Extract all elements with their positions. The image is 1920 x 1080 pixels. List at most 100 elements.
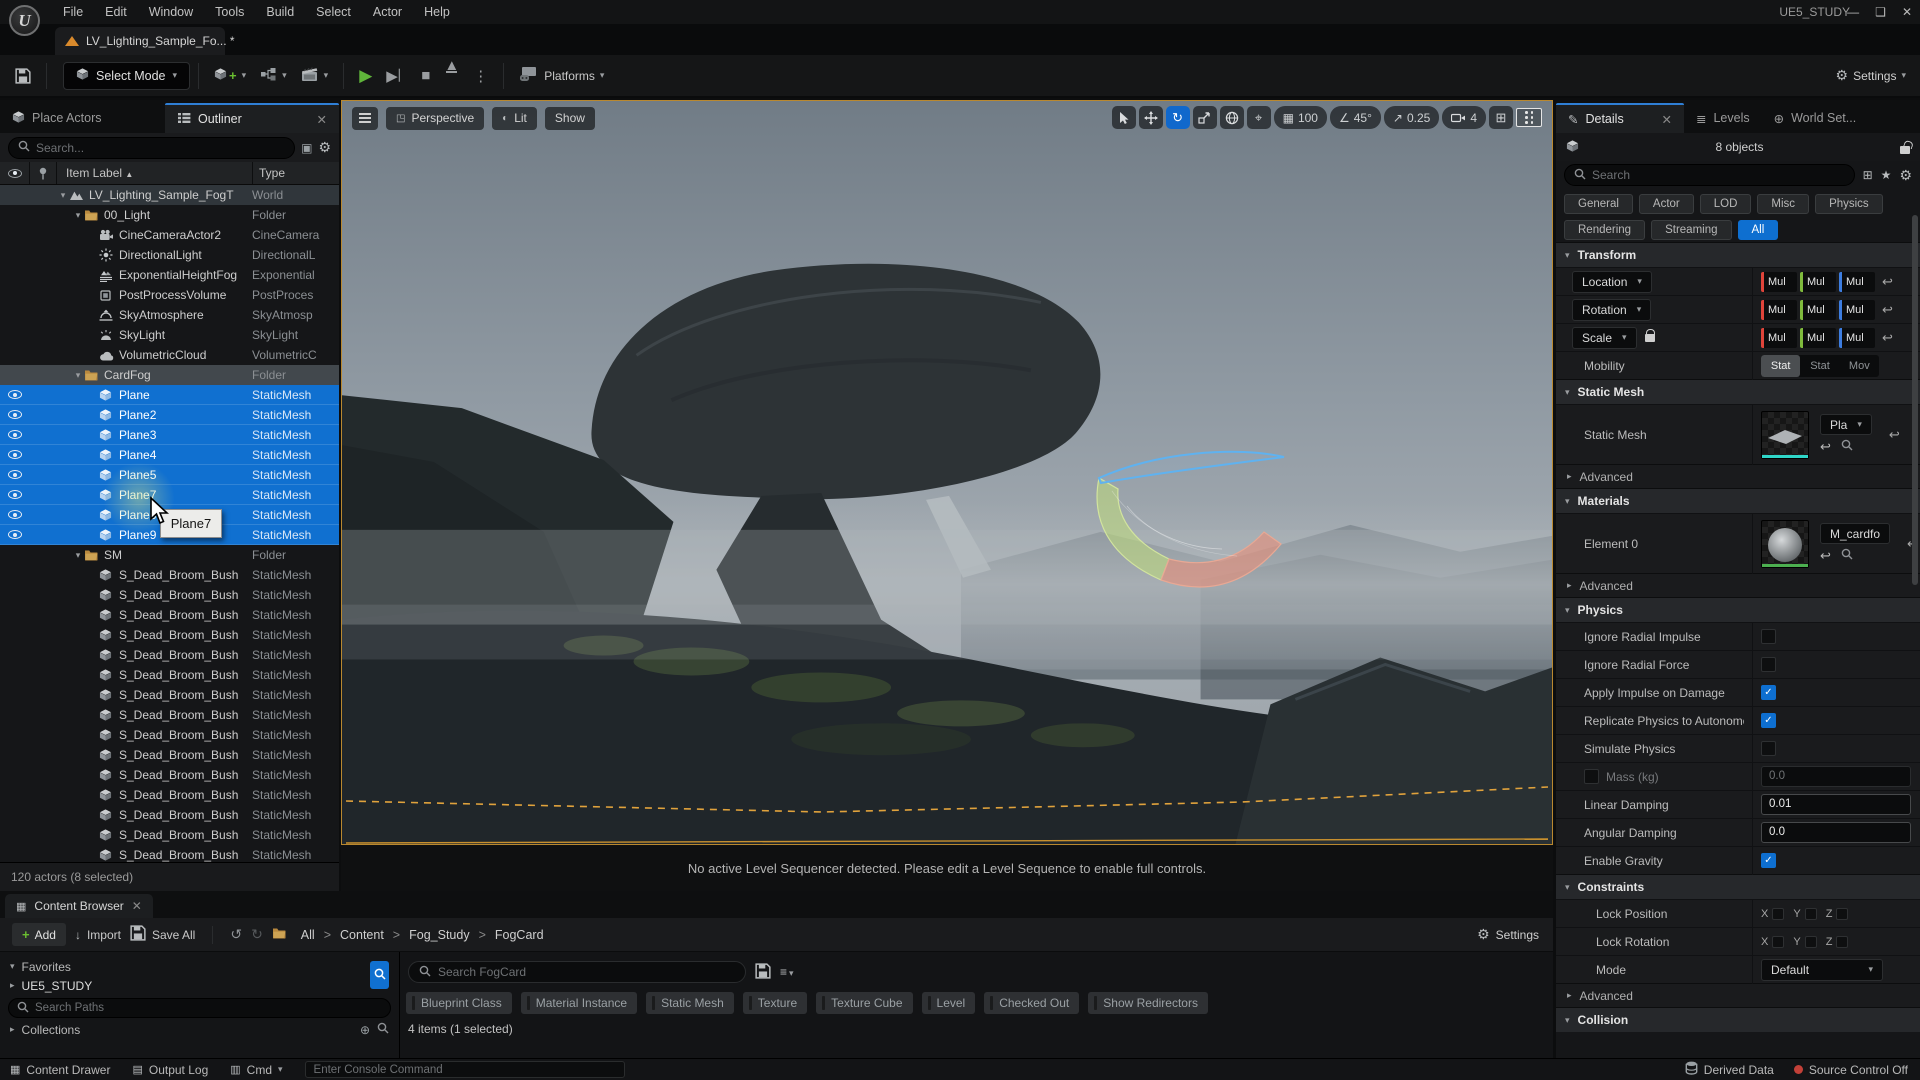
lock-position-y[interactable]: Y bbox=[1793, 908, 1816, 920]
platforms-dropdown[interactable]: Platforms▾ bbox=[512, 61, 611, 91]
static-mesh-asset-dropdown[interactable]: Pla▾ bbox=[1820, 414, 1872, 435]
collections-search-icon[interactable] bbox=[377, 1022, 389, 1037]
collections-item[interactable]: ▸Collections ⊕ bbox=[0, 1020, 399, 1039]
outliner-settings-icon[interactable]: ⚙ bbox=[318, 139, 331, 156]
expander-icon[interactable]: ▾ bbox=[57, 190, 69, 201]
asset-tab-level[interactable]: LV_Lighting_Sample_Fo... * bbox=[55, 27, 225, 55]
scale-space-dropdown[interactable]: Scale▾ bbox=[1572, 327, 1637, 349]
filter-chip-static-mesh[interactable]: Static Mesh bbox=[646, 992, 734, 1014]
eject-button[interactable]: ▲ bbox=[437, 61, 466, 91]
import-button[interactable]: ↓Import bbox=[75, 928, 121, 942]
details-filter-rendering[interactable]: Rendering bbox=[1564, 220, 1645, 240]
section-transform[interactable]: ▾Transform bbox=[1556, 242, 1920, 267]
details-filter-streaming[interactable]: Streaming bbox=[1651, 220, 1731, 240]
lock-rotation-z-checkbox[interactable] bbox=[1836, 936, 1848, 948]
expander-icon[interactable]: ▾ bbox=[72, 370, 84, 381]
type-column[interactable]: Type bbox=[252, 162, 339, 184]
use-selected-asset-icon[interactable]: ↩ bbox=[1820, 439, 1831, 455]
rotation-axis-y-field[interactable]: Mul bbox=[1800, 300, 1836, 320]
visibility-toggle[interactable] bbox=[0, 410, 30, 419]
outliner-row-plane3-12[interactable]: Plane3StaticMesh bbox=[0, 425, 339, 445]
mobility-segmented-control[interactable]: StatStatMov bbox=[1761, 355, 1879, 377]
back-icon[interactable]: ↺ bbox=[230, 926, 242, 943]
mobility-option-2[interactable]: Mov bbox=[1840, 355, 1879, 377]
outliner-row-s_dead_broom_bush-29[interactable]: S_Dead_Broom_BushStaticMesh bbox=[0, 765, 339, 785]
material-asset-field[interactable]: M_cardfo bbox=[1820, 523, 1890, 544]
menu-help[interactable]: Help bbox=[413, 0, 461, 24]
tab-levels[interactable]: ≣ Levels bbox=[1684, 103, 1762, 133]
breadcrumb-all[interactable]: All bbox=[301, 928, 315, 942]
cinematics-button[interactable]: ▾ bbox=[294, 61, 336, 91]
pin-column-icon[interactable] bbox=[30, 162, 57, 184]
outliner-row-s_dead_broom_bush-32[interactable]: S_Dead_Broom_BushStaticMesh bbox=[0, 825, 339, 845]
outliner-row-s_dead_broom_bush-30[interactable]: S_Dead_Broom_BushStaticMesh bbox=[0, 785, 339, 805]
reset-scale-icon[interactable]: ↩ bbox=[1882, 330, 1893, 346]
browse-to-asset-icon[interactable] bbox=[1841, 439, 1853, 455]
scale-tool-icon[interactable] bbox=[1193, 106, 1217, 129]
lock-rotation-y[interactable]: Y bbox=[1793, 936, 1816, 948]
mass-kg--field[interactable]: 0.0 bbox=[1761, 766, 1911, 787]
filter-chip-checked-out[interactable]: Checked Out bbox=[984, 992, 1079, 1014]
level-viewport[interactable]: ◳Perspective ◐Lit Show ↻ ⌖ ▦100 ∠45° ↗0.… bbox=[341, 100, 1553, 845]
search-paths-input[interactable] bbox=[8, 998, 391, 1018]
menu-actor[interactable]: Actor bbox=[362, 0, 413, 24]
menu-file[interactable]: File bbox=[52, 0, 94, 24]
rotation-snap-control[interactable]: ∠45° bbox=[1330, 106, 1381, 129]
location-space-dropdown[interactable]: Location▾ bbox=[1572, 271, 1652, 293]
visibility-toggle[interactable] bbox=[0, 450, 30, 459]
outliner-row-cardfog-9[interactable]: ▾CardFogFolder bbox=[0, 365, 339, 385]
derived-data-button[interactable]: Derived Data bbox=[1685, 1061, 1774, 1078]
lock-position-y-checkbox[interactable] bbox=[1805, 908, 1817, 920]
reset-rotation-icon[interactable]: ↩ bbox=[1882, 302, 1893, 318]
browse-to-asset-icon[interactable] bbox=[1841, 548, 1853, 564]
rotation-axis-z-field[interactable]: Mul bbox=[1839, 300, 1875, 320]
lock-details-icon[interactable] bbox=[1900, 146, 1910, 154]
viewport-grid-icon[interactable]: ⊞ bbox=[1489, 106, 1513, 129]
minimize-icon[interactable]: — bbox=[1847, 5, 1859, 19]
perspective-dropdown[interactable]: ◳Perspective bbox=[386, 107, 484, 130]
add-button[interactable]: +Add bbox=[12, 923, 66, 946]
forward-icon[interactable]: ↻ bbox=[251, 926, 263, 943]
menu-edit[interactable]: Edit bbox=[94, 0, 138, 24]
section-static-mesh[interactable]: ▾Static Mesh bbox=[1556, 379, 1920, 404]
section-collision[interactable]: ▾Collision bbox=[1556, 1007, 1920, 1032]
ignore-radial-force-checkbox[interactable] bbox=[1761, 657, 1776, 672]
outliner-row-s_dead_broom_bush-25[interactable]: S_Dead_Broom_BushStaticMesh bbox=[0, 685, 339, 705]
section-physics[interactable]: ▾Physics bbox=[1556, 597, 1920, 622]
visibility-toggle[interactable] bbox=[0, 490, 30, 499]
tab-place-actors[interactable]: Place Actors bbox=[0, 103, 165, 133]
fogcard-gizmo[interactable] bbox=[1087, 436, 1297, 601]
translate-tool-icon[interactable] bbox=[1139, 106, 1163, 129]
maximize-icon[interactable]: ❑ bbox=[1875, 5, 1886, 19]
stop-button[interactable]: ■ bbox=[414, 61, 437, 91]
details-filter-misc[interactable]: Misc bbox=[1757, 194, 1809, 214]
menu-build[interactable]: Build bbox=[255, 0, 305, 24]
viewport-options-icon[interactable] bbox=[352, 107, 378, 130]
reset-static-mesh-icon[interactable]: ↩ bbox=[1889, 427, 1900, 443]
outliner-row-plane5-14[interactable]: Plane5StaticMesh bbox=[0, 465, 339, 485]
save-search-icon[interactable] bbox=[755, 963, 771, 982]
mass-kg--override-checkbox[interactable] bbox=[1584, 769, 1599, 784]
location-axis-x-field[interactable]: Mul bbox=[1761, 272, 1797, 292]
breadcrumb-fog_study[interactable]: Fog_Study bbox=[409, 928, 469, 942]
lock-rotation-y-checkbox[interactable] bbox=[1805, 936, 1817, 948]
favorites-item[interactable]: ▾Favorites bbox=[0, 957, 399, 976]
cmd-dropdown[interactable]: ▥Cmd▾ bbox=[230, 1063, 282, 1077]
advanced-row[interactable]: ▸Advanced bbox=[1556, 464, 1920, 488]
filter-chip-texture-cube[interactable]: Texture Cube bbox=[816, 992, 912, 1014]
lock-position-z[interactable]: Z bbox=[1826, 908, 1849, 920]
visibility-toggle[interactable] bbox=[0, 510, 30, 519]
details-filter-actor[interactable]: Actor bbox=[1639, 194, 1694, 214]
view-mode-dropdown[interactable]: ◐Lit bbox=[492, 107, 537, 130]
outliner-row-s_dead_broom_bush-21[interactable]: S_Dead_Broom_BushStaticMesh bbox=[0, 605, 339, 625]
outliner-row-s_dead_broom_bush-20[interactable]: S_Dead_Broom_BushStaticMesh bbox=[0, 585, 339, 605]
select-mode-dropdown[interactable]: Select Mode ▾ bbox=[63, 62, 190, 90]
linear-damping-field[interactable]: 0.01 bbox=[1761, 794, 1911, 815]
play-button[interactable]: ▶ bbox=[352, 61, 379, 91]
simulate-physics-checkbox[interactable] bbox=[1761, 741, 1776, 756]
tab-details[interactable]: ✎ Details ✕ bbox=[1556, 103, 1684, 133]
lock-position-x-checkbox[interactable] bbox=[1772, 908, 1784, 920]
scale-snap-control[interactable]: ↗0.25 bbox=[1384, 106, 1439, 129]
tab-content-browser[interactable]: ▦ Content Browser ✕ bbox=[5, 894, 153, 918]
outliner-row-cinecameraactor2-2[interactable]: CineCameraActor2CineCamera bbox=[0, 225, 339, 245]
